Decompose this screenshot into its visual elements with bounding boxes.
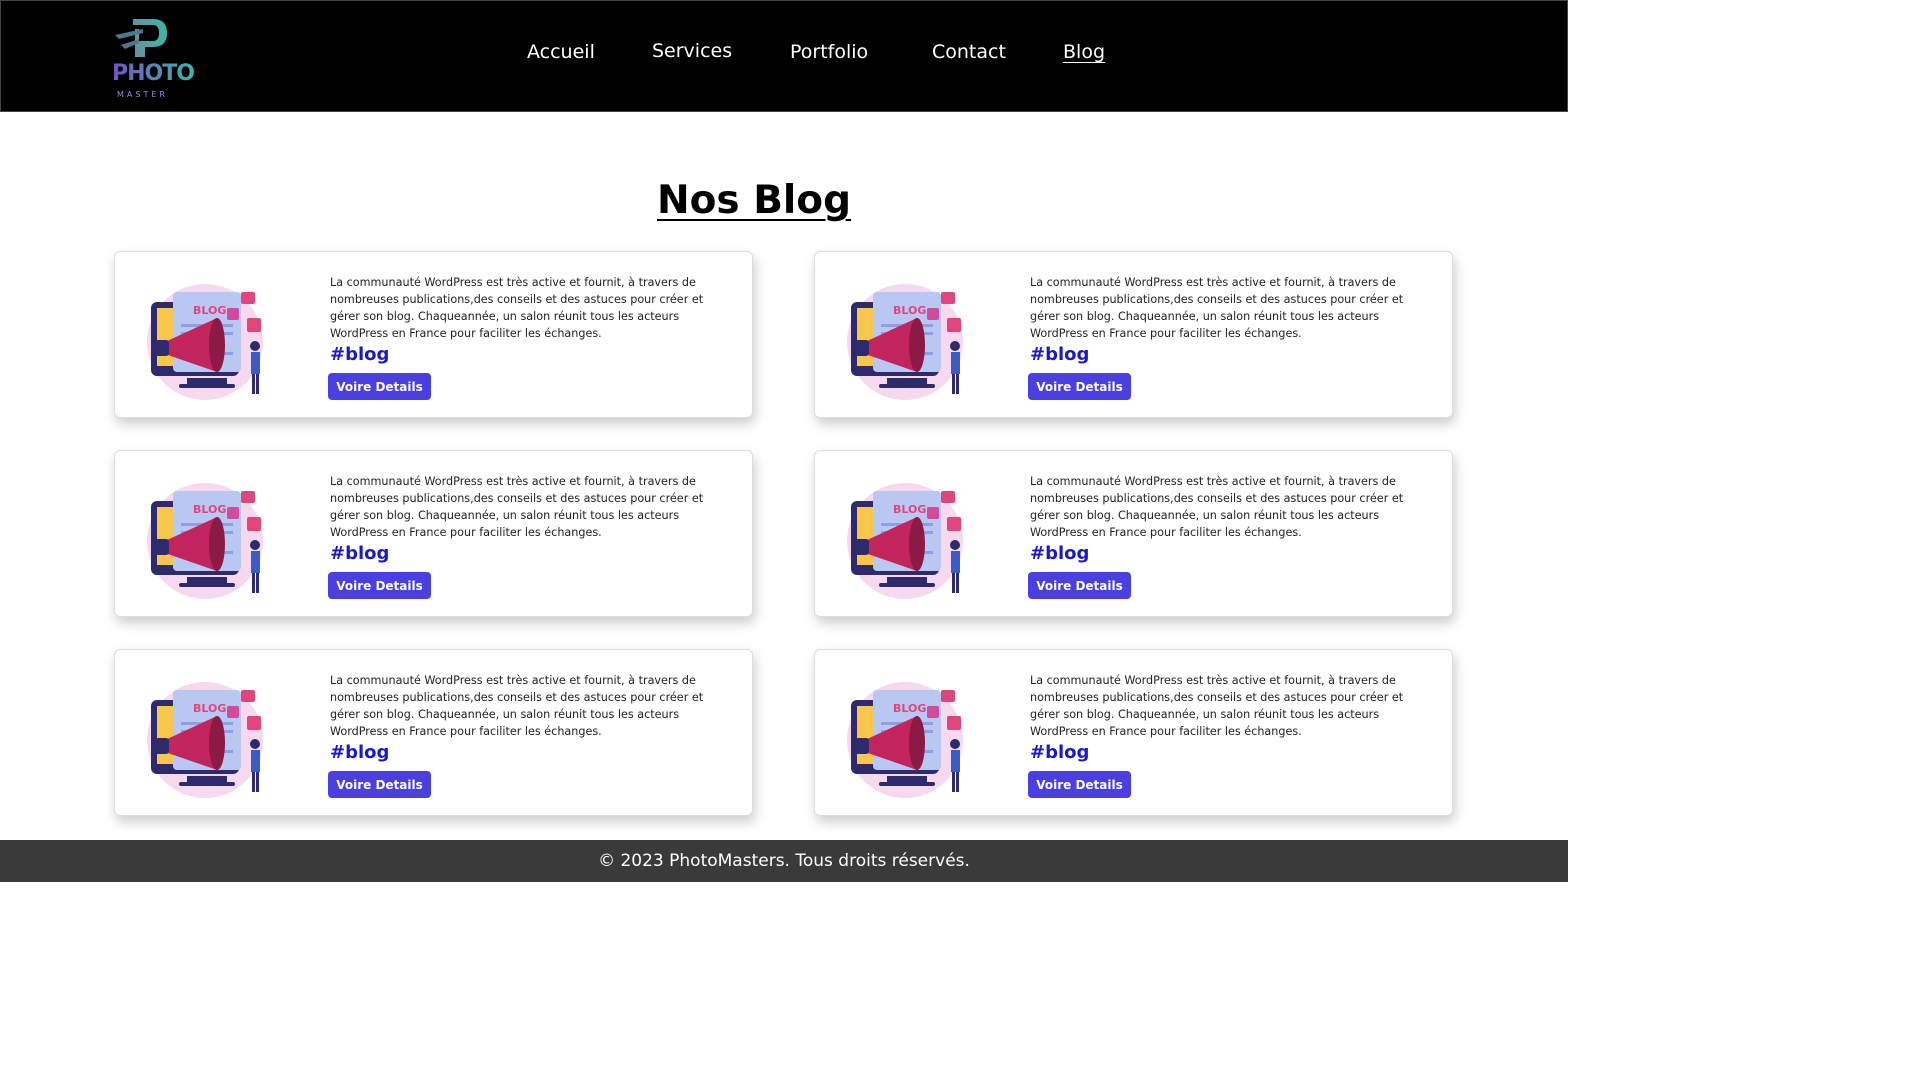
blog-illustration: BLOG <box>145 678 273 800</box>
blog-tag[interactable]: #blog <box>330 742 389 763</box>
blog-illustration: BLOG <box>845 280 973 402</box>
megaphone-computer-icon: BLOG <box>147 284 263 400</box>
main-nav: Accueil Services Portfolio Contact Blog <box>1 40 1569 71</box>
blog-excerpt: La communauté WordPress est très active … <box>330 674 704 738</box>
blog-illustration: BLOG <box>845 479 973 601</box>
navbar: PHOTO MASTER Accueil Services Portfolio … <box>0 0 1568 112</box>
blog-label: BLOG <box>193 304 226 317</box>
blog-illustration: BLOG <box>845 678 973 800</box>
blog-label: BLOG <box>893 503 926 516</box>
blog-illustration: BLOG <box>145 479 273 601</box>
blog-card: BLOG La communauté WordPress est très ac… <box>814 450 1453 617</box>
nav-link-accueil[interactable]: Accueil <box>527 41 595 63</box>
copyright-text: © 2023 PhotoMasters. Tous droits réservé… <box>598 851 970 871</box>
logo-subtitle: MASTER <box>117 90 168 99</box>
blog-label: BLOG <box>893 304 926 317</box>
blog-excerpt: La communauté WordPress est très active … <box>1030 674 1404 738</box>
blog-label: BLOG <box>193 702 226 715</box>
blog-tag[interactable]: #blog <box>330 543 389 564</box>
details-button[interactable]: Voire Details <box>328 572 431 599</box>
megaphone-computer-icon: BLOG <box>147 483 263 599</box>
blog-card: BLOG La communauté WordPress est très ac… <box>814 649 1453 816</box>
megaphone-computer-icon: BLOG <box>147 682 263 798</box>
blog-card: BLOG La communauté WordPress est très ac… <box>114 450 753 617</box>
nav-link-blog[interactable]: Blog <box>1063 41 1105 63</box>
megaphone-computer-icon: BLOG <box>847 284 963 400</box>
blog-card: BLOG La communauté WordPress est très ac… <box>114 649 753 816</box>
details-button[interactable]: Voire Details <box>328 373 431 400</box>
blog-excerpt: La communauté WordPress est très active … <box>1030 475 1404 539</box>
details-button[interactable]: Voire Details <box>1028 771 1131 798</box>
footer: © 2023 PhotoMasters. Tous droits réservé… <box>0 840 1568 882</box>
blog-label: BLOG <box>193 503 226 516</box>
nav-link-services[interactable]: Services <box>652 40 732 62</box>
megaphone-computer-icon: BLOG <box>847 682 963 798</box>
page-title: Nos Blog <box>656 178 852 223</box>
details-button[interactable]: Voire Details <box>1028 373 1131 400</box>
details-button[interactable]: Voire Details <box>328 771 431 798</box>
blog-excerpt: La communauté WordPress est très active … <box>330 276 704 340</box>
nav-link-portfolio[interactable]: Portfolio <box>790 41 868 63</box>
megaphone-computer-icon: BLOG <box>847 483 963 599</box>
blog-illustration: BLOG <box>145 280 273 402</box>
blog-tag[interactable]: #blog <box>1030 742 1089 763</box>
blog-card: BLOG La communauté WordPress est très ac… <box>114 251 753 418</box>
nav-link-contact[interactable]: Contact <box>932 41 1006 63</box>
blog-tag[interactable]: #blog <box>330 344 389 365</box>
blog-tag[interactable]: #blog <box>1030 543 1089 564</box>
details-button[interactable]: Voire Details <box>1028 572 1131 599</box>
blog-card: BLOG La communauté WordPress est très ac… <box>814 251 1453 418</box>
blog-label: BLOG <box>893 702 926 715</box>
blog-tag[interactable]: #blog <box>1030 344 1089 365</box>
blog-excerpt: La communauté WordPress est très active … <box>330 475 704 539</box>
blog-excerpt: La communauté WordPress est très active … <box>1030 276 1404 340</box>
